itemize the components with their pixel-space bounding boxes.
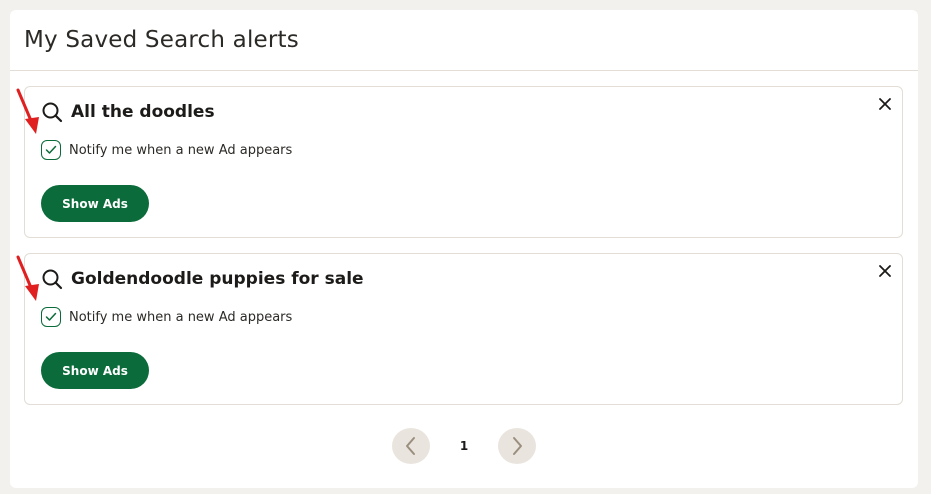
check-icon — [45, 312, 57, 321]
previous-page-button[interactable] — [392, 428, 430, 464]
notify-checkbox[interactable] — [41, 140, 61, 160]
show-ads-button[interactable]: Show Ads — [41, 185, 149, 222]
saved-search-card: Goldendoodle puppies for sale Notify me … — [16, 253, 903, 405]
alert-title-row: All the doodles — [41, 101, 215, 123]
chevron-left-icon — [406, 437, 415, 455]
next-page-button[interactable] — [498, 428, 536, 464]
current-page-number[interactable]: 1 — [430, 439, 498, 453]
check-icon — [45, 145, 57, 154]
pagination: 1 — [392, 428, 536, 464]
notify-row: Notify me when a new Ad appears — [41, 307, 292, 327]
close-icon[interactable] — [878, 97, 892, 111]
notify-checkbox[interactable] — [41, 307, 61, 327]
saved-searches-panel: My Saved Search alerts All the doodles N — [10, 10, 918, 488]
panel-header: My Saved Search alerts — [10, 10, 918, 71]
alert-title: Goldendoodle puppies for sale — [71, 269, 364, 289]
notify-row: Notify me when a new Ad appears — [41, 140, 292, 160]
notify-label: Notify me when a new Ad appears — [69, 309, 293, 325]
saved-search-card: All the doodles Notify me when a new Ad … — [16, 86, 903, 238]
alert-title-row: Goldendoodle puppies for sale — [41, 268, 364, 290]
show-ads-button[interactable]: Show Ads — [41, 352, 149, 389]
page-title: My Saved Search alerts — [24, 27, 299, 53]
search-icon — [42, 269, 63, 290]
chevron-right-icon — [513, 437, 522, 455]
search-icon — [42, 102, 63, 123]
close-icon[interactable] — [878, 264, 892, 278]
alert-title: All the doodles — [71, 102, 215, 122]
notify-label: Notify me when a new Ad appears — [69, 142, 293, 158]
